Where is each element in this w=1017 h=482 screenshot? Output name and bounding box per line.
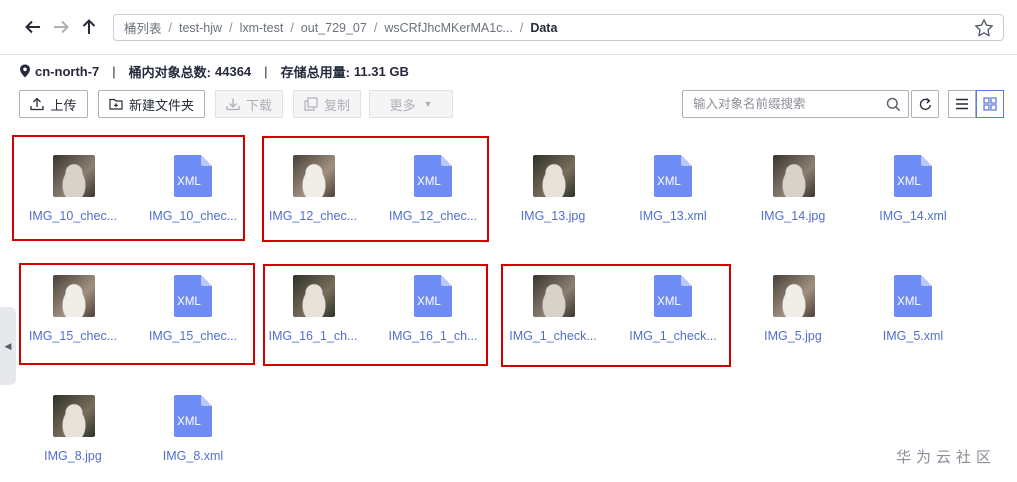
storage-label: 存储总用量: (280, 64, 350, 80)
breadcrumb-separator: / (229, 20, 233, 35)
download-icon (226, 98, 240, 111)
highlight-box (19, 263, 255, 365)
new-folder-icon (109, 98, 123, 110)
svg-text:XML: XML (177, 416, 201, 428)
file-name[interactable]: IMG_5.jpg (733, 329, 853, 343)
search-box (682, 90, 909, 118)
svg-text:XML: XML (897, 296, 921, 308)
highlight-box (263, 264, 488, 366)
object-count-label: 桶内对象总数: (128, 64, 212, 80)
grid-view-icon (983, 97, 997, 111)
image-thumbnail (773, 155, 815, 197)
bucket-info: cn-north-7 | 桶内对象总数: 44364 | 存储总用量: 11.3… (19, 61, 409, 81)
more-label: 更多 (389, 97, 416, 113)
highlight-box (12, 135, 245, 241)
image-thumbnail (533, 155, 575, 197)
list-view-icon (956, 98, 968, 110)
path-breadcrumb[interactable]: 桶列表 / test-hjw / lxm-test / out_729_07 /… (113, 14, 1004, 41)
refresh-icon (919, 97, 931, 110)
arrow-up-icon[interactable] (79, 16, 99, 38)
grid-view-button[interactable] (976, 90, 1004, 118)
highlight-box (501, 264, 731, 367)
caret-down-icon: ▼ (423, 99, 433, 109)
file-name[interactable]: IMG_5.xml (853, 329, 973, 343)
breadcrumb-item[interactable]: 桶列表 (124, 18, 162, 37)
image-thumbnail (773, 275, 815, 317)
caret-left-icon: ◀ (4, 340, 12, 351)
download-button[interactable]: 下载 (215, 90, 283, 118)
watermark: 华为云社区 (896, 449, 997, 466)
xml-file-item[interactable]: XML IMG_8.xml (133, 395, 253, 482)
file-name[interactable]: IMG_14.xml (853, 209, 973, 223)
file-name[interactable]: IMG_8.jpg (13, 449, 133, 463)
image-file-item[interactable]: IMG_8.jpg (13, 395, 133, 482)
xml-file-icon: XML (654, 155, 692, 197)
storage-value: 11.31 GB (353, 63, 409, 79)
upload-icon (30, 97, 45, 111)
highlight-box (262, 136, 489, 242)
navigation-bar: 桶列表 / test-hjw / lxm-test / out_729_07 /… (0, 0, 1017, 55)
region: cn-north-7 (35, 63, 100, 79)
file-name[interactable]: IMG_13.xml (613, 209, 733, 223)
file-name[interactable]: IMG_8.xml (133, 449, 253, 463)
more-dropdown[interactable]: 更多 ▼ (369, 90, 453, 118)
search-icon[interactable] (886, 97, 901, 112)
image-file-item[interactable]: IMG_14.jpg (733, 155, 853, 245)
copy-icon (304, 97, 318, 111)
xml-file-item[interactable]: XML IMG_14.xml (853, 155, 973, 245)
star-icon[interactable] (974, 18, 994, 38)
image-thumbnail (53, 395, 95, 437)
divider: | (112, 63, 116, 79)
object-count: 44364 (215, 63, 252, 79)
xml-file-item[interactable]: XML IMG_5.xml (853, 275, 973, 365)
image-file-item[interactable]: IMG_13.jpg (493, 155, 613, 245)
breadcrumb-separator: / (519, 20, 524, 35)
breadcrumb-separator: / (373, 20, 378, 35)
xml-file-item[interactable]: XML IMG_13.xml (613, 155, 733, 245)
upload-label: 上传 (50, 97, 77, 113)
breadcrumb-separator: / (168, 20, 172, 35)
breadcrumb-item[interactable]: out_729_07 (301, 21, 367, 35)
divider: | (264, 63, 268, 79)
breadcrumb-item[interactable]: lxm-test (240, 21, 284, 35)
copy-button[interactable]: 复制 (293, 90, 361, 118)
file-name[interactable]: IMG_14.jpg (733, 209, 853, 223)
arrow-right-icon[interactable] (51, 16, 71, 38)
copy-label: 复制 (323, 97, 350, 113)
svg-text:XML: XML (897, 176, 921, 188)
upload-button[interactable]: 上传 (19, 90, 88, 118)
file-name[interactable]: IMG_13.jpg (493, 209, 613, 223)
svg-text:XML: XML (657, 176, 681, 188)
breadcrumb-item[interactable]: test-hjw (179, 21, 222, 35)
arrow-left-icon[interactable] (23, 16, 43, 38)
xml-file-icon: XML (174, 395, 212, 437)
breadcrumb-separator: / (290, 20, 294, 35)
xml-file-icon: XML (894, 155, 932, 197)
list-view-button[interactable] (948, 90, 976, 118)
breadcrumb-current: Data (530, 20, 558, 35)
new-folder-label: 新建文件夹 (128, 97, 194, 113)
location-pin-icon (20, 64, 30, 78)
refresh-button[interactable] (911, 90, 939, 118)
search-input[interactable] (693, 97, 873, 111)
xml-file-icon: XML (894, 275, 932, 317)
download-label: 下载 (245, 97, 272, 113)
breadcrumb-item[interactable]: wsCRfJhcMKerMA1c... (384, 21, 513, 35)
image-file-item[interactable]: IMG_5.jpg (733, 275, 853, 365)
new-folder-button[interactable]: 新建文件夹 (98, 90, 205, 118)
